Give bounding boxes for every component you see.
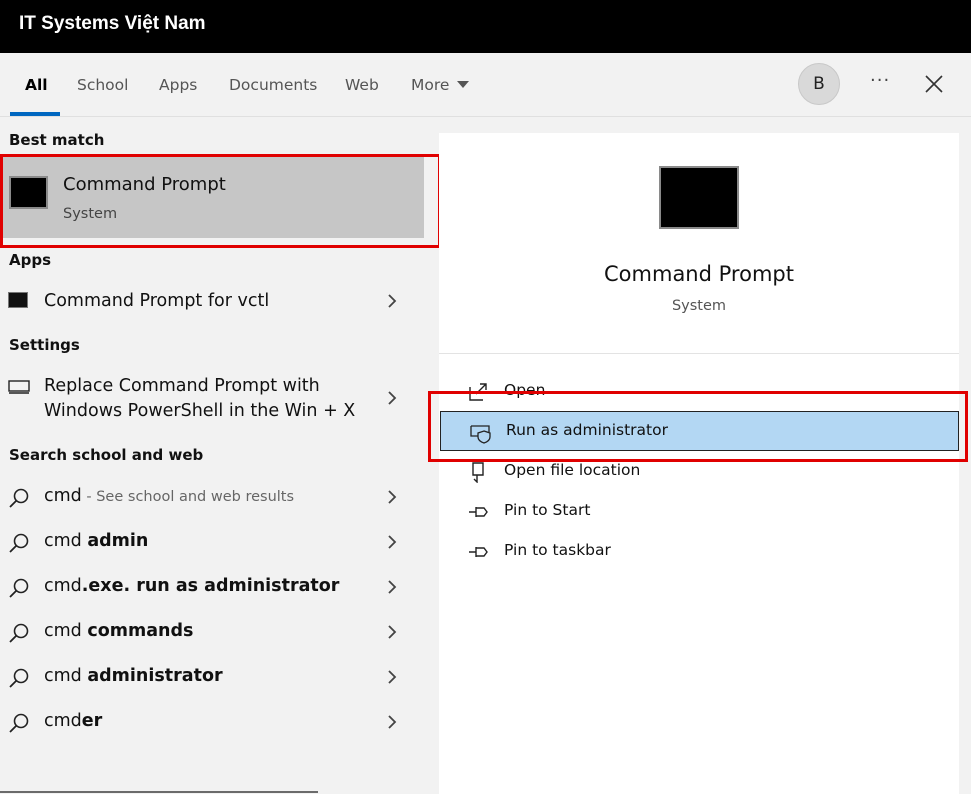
action-label: Pin to Start: [504, 501, 591, 519]
tab-documents[interactable]: Documents: [229, 76, 317, 94]
close-icon[interactable]: [922, 72, 946, 96]
divider: [439, 353, 959, 354]
query-prefix: cmd: [44, 621, 88, 641]
pin-icon: [469, 547, 488, 557]
chevron-right-icon[interactable]: [385, 715, 399, 729]
list-item[interactable]: cmd - See school and web results: [0, 477, 438, 517]
settings-display-icon: [8, 380, 30, 394]
preview-pane: Command Prompt System Open Run as admini…: [439, 133, 959, 794]
avatar[interactable]: B: [798, 63, 840, 105]
web-result-text: cmd commands: [44, 621, 193, 641]
query-prefix: cmd: [44, 666, 88, 686]
action-label: Pin to taskbar: [504, 541, 611, 559]
best-match-heading: Best match: [9, 131, 105, 149]
search-icon: [9, 713, 29, 733]
tab-web[interactable]: Web: [345, 76, 379, 94]
search-icon: [9, 623, 29, 643]
pin-to-start-action[interactable]: Pin to Start: [439, 491, 959, 531]
tab-more[interactable]: More: [411, 76, 470, 94]
chevron-right-icon[interactable]: [385, 625, 399, 639]
query-suggestion: administrator: [87, 666, 223, 686]
query-hint: - See school and web results: [81, 489, 295, 505]
list-item[interactable]: cmd commands: [0, 612, 438, 652]
setting-label-line2: Windows PowerShell in the Win + X: [44, 401, 356, 421]
tab-all[interactable]: All: [25, 76, 48, 94]
search-icon: [9, 488, 29, 508]
active-tab-indicator: [10, 112, 60, 116]
action-label: Open file location: [504, 461, 641, 479]
query-prefix: cmd: [44, 711, 82, 731]
list-item[interactable]: Replace Command Prompt with Windows Powe…: [0, 368, 438, 428]
highlight-box-run-as-administrator: [428, 391, 968, 462]
web-result-text: cmd admin: [44, 531, 148, 551]
tab-school[interactable]: School: [77, 76, 128, 94]
title-bar: IT Systems Việt Nam: [0, 0, 971, 53]
query-suggestion: er: [81, 711, 103, 731]
search-icon: [9, 578, 29, 598]
command-prompt-icon: [659, 166, 739, 229]
list-item[interactable]: cmd administrator: [0, 657, 438, 697]
chevron-right-icon[interactable]: [385, 294, 399, 308]
app-result-label: Command Prompt for vctl: [44, 291, 270, 311]
query-prefix: cmd: [44, 576, 82, 596]
query-suggestion: admin: [87, 531, 149, 551]
preview-subtitle: System: [671, 298, 727, 314]
console-app-icon: [8, 292, 28, 308]
chevron-right-icon[interactable]: [385, 391, 399, 405]
highlight-box-best-match: [0, 154, 441, 248]
web-result-text: cmd administrator: [44, 666, 223, 686]
setting-label-line1: Replace Command Prompt with: [44, 376, 320, 396]
search-icon: [9, 668, 29, 688]
window-title: IT Systems Việt Nam: [19, 13, 206, 34]
pin-to-taskbar-action[interactable]: Pin to taskbar: [439, 531, 959, 571]
chevron-right-icon[interactable]: [385, 535, 399, 549]
apps-heading: Apps: [9, 251, 52, 269]
web-result-text: cmd - See school and web results: [44, 486, 294, 506]
scroll-indicator: [0, 791, 318, 793]
tab-apps[interactable]: Apps: [159, 76, 197, 94]
preview-title: Command Prompt: [604, 262, 794, 286]
query-prefix: cmd: [44, 486, 82, 506]
list-item[interactable]: cmd admin: [0, 522, 438, 562]
web-result-text: cmd.exe. run as administrator: [44, 576, 339, 596]
settings-heading: Settings: [9, 336, 80, 354]
web-heading: Search school and web: [9, 446, 204, 464]
list-item[interactable]: cmder: [0, 702, 438, 742]
chevron-down-icon: [457, 81, 470, 88]
query-suggestion: commands: [87, 621, 194, 641]
list-item[interactable]: cmd.exe. run as administrator: [0, 567, 438, 607]
query-suggestion: .exe. run as administrator: [81, 576, 340, 596]
search-icon: [9, 533, 29, 553]
more-options-icon[interactable]: ···: [870, 70, 890, 91]
query-prefix: cmd: [44, 531, 88, 551]
chevron-right-icon[interactable]: [385, 490, 399, 504]
chevron-right-icon[interactable]: [385, 670, 399, 684]
list-item[interactable]: Command Prompt for vctl: [0, 282, 438, 322]
web-result-text: cmder: [44, 711, 102, 731]
chevron-right-icon[interactable]: [385, 580, 399, 594]
file-location-icon: [472, 462, 484, 483]
tab-more-label: More: [411, 76, 450, 94]
pin-icon: [469, 507, 488, 517]
